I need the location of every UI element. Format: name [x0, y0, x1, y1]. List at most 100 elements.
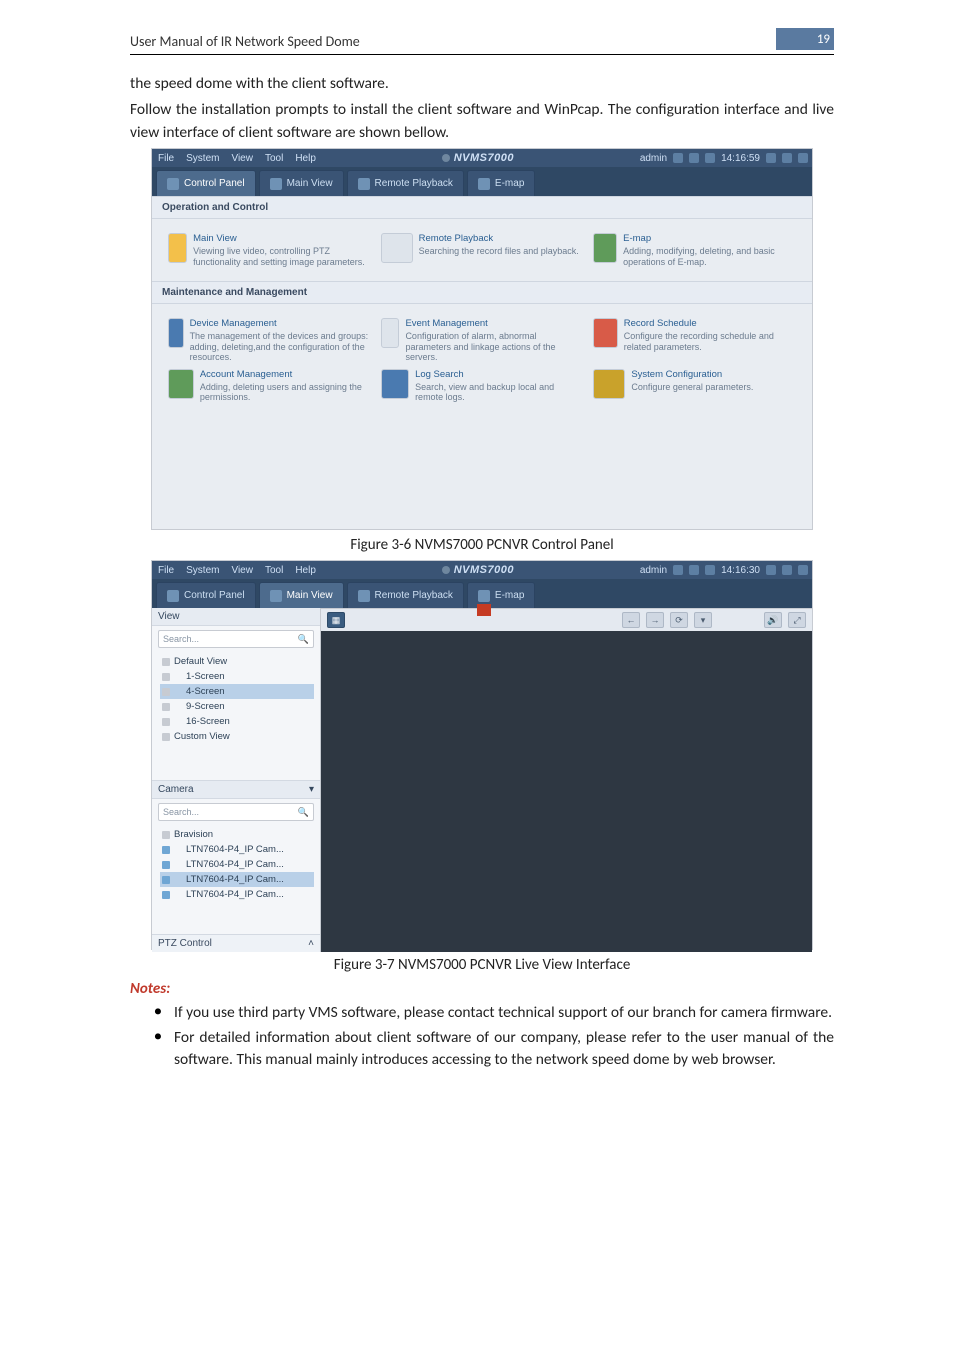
tile-event-management-title: Event Management: [405, 318, 583, 329]
tree-1-screen[interactable]: 1-Screen: [160, 669, 314, 684]
tab-e-map[interactable]: E-map: [467, 170, 535, 196]
current-user: admin: [640, 153, 667, 164]
tile-record-schedule[interactable]: Record ScheduleConfigure the recording s…: [593, 318, 796, 363]
tile-remote-playback[interactable]: Remote PlaybackSearching the record file…: [381, 233, 584, 267]
page-number: 19: [776, 28, 834, 50]
tile-e-map[interactable]: E-mapAdding, modifying, deleting, and ba…: [593, 233, 796, 267]
camera-tree: Bravision LTN7604-P4_IP Cam... LTN7604-P…: [152, 825, 320, 908]
tree-4-screen[interactable]: 4-Screen: [160, 684, 314, 699]
screen-icon-2[interactable]: [689, 565, 699, 575]
tab-remote-playback-label: Remote Playback: [375, 178, 453, 189]
chevron-down-icon[interactable]: ▾: [309, 784, 314, 795]
home-icon-2: [167, 590, 179, 602]
tab-control-panel[interactable]: Control Panel: [156, 170, 256, 196]
menu-help[interactable]: Help: [295, 153, 316, 164]
stop-all-button[interactable]: [477, 604, 491, 616]
lock-icon[interactable]: [705, 153, 715, 163]
event-tile-icon: [381, 318, 400, 348]
playback-icon-2: [358, 590, 370, 602]
view-search-placeholder: Search...: [163, 634, 199, 644]
menu-system-2[interactable]: System: [186, 565, 219, 576]
body-paragraph-2: Follow the installation prompts to insta…: [130, 99, 834, 144]
window-titlebar-2: File System View Tool Help NVMS7000 admi…: [152, 561, 812, 579]
tree-custom-view[interactable]: Custom View: [160, 729, 314, 744]
tree-default-view[interactable]: Default View: [160, 654, 314, 669]
maximize-icon[interactable]: [782, 153, 792, 163]
pause-cycle-button[interactable]: ▾: [694, 612, 712, 628]
page-next-button[interactable]: →: [646, 612, 664, 628]
minimize-icon-2[interactable]: [766, 565, 776, 575]
layout-button[interactable]: ▦: [327, 612, 345, 628]
tile-record-schedule-title: Record Schedule: [624, 318, 796, 329]
maximize-icon-2[interactable]: [782, 565, 792, 575]
map-icon: [478, 178, 490, 190]
map-icon-2: [478, 590, 490, 602]
camera-panel-header: Camera ▾: [152, 780, 320, 799]
search-icon-2: 🔍: [298, 807, 309, 818]
current-user-2: admin: [640, 565, 667, 576]
camera-item-1[interactable]: LTN7604-P4_IP Cam...: [160, 842, 314, 857]
log-tile-icon: [381, 369, 409, 399]
menu-tool-2[interactable]: Tool: [265, 565, 283, 576]
tab-bar: Control Panel Main View Remote Playback …: [152, 167, 812, 196]
camera-search-placeholder: Search...: [163, 807, 199, 817]
tab-e-map-label: E-map: [495, 178, 524, 189]
window-titlebar: File System View Tool Help NVMS7000 admi…: [152, 149, 812, 167]
emap-tile-icon: [593, 233, 617, 263]
note-item-1: If you use third party VMS software, ple…: [154, 1002, 834, 1024]
ptz-control-label: PTZ Control: [158, 938, 212, 949]
tab-remote-playback[interactable]: Remote Playback: [347, 170, 464, 196]
tile-account-management[interactable]: Account ManagementAdding, deleting users…: [168, 369, 371, 403]
screen-icon[interactable]: [689, 153, 699, 163]
resource-icon[interactable]: [673, 153, 683, 163]
note-item-2: For detailed information about client so…: [154, 1027, 834, 1072]
tile-system-configuration-desc: Configure general parameters.: [631, 382, 753, 392]
close-icon-2[interactable]: [798, 565, 808, 575]
page-prev-button[interactable]: ←: [622, 612, 640, 628]
monitor-icon-2: [270, 590, 282, 602]
menu-help-2[interactable]: Help: [295, 565, 316, 576]
tab-remote-playback-2[interactable]: Remote Playback: [347, 582, 464, 608]
camera-group[interactable]: Bravision: [160, 827, 314, 842]
device-tile-icon: [168, 318, 184, 348]
ptz-control-header[interactable]: PTZ Control ˄: [152, 934, 320, 952]
volume-button[interactable]: 🔊: [764, 612, 782, 628]
menu-file[interactable]: File: [158, 153, 174, 164]
tab-main-view-2[interactable]: Main View: [259, 582, 344, 608]
camera-item-4[interactable]: LTN7604-P4_IP Cam...: [160, 887, 314, 902]
live-view-area[interactable]: ▦ ← → ⟳ ▾ 🔊 ⤢: [321, 608, 812, 952]
fullscreen-button[interactable]: ⤢: [788, 612, 806, 628]
tab-main-view[interactable]: Main View: [259, 170, 344, 196]
lock-icon-2[interactable]: [705, 565, 715, 575]
view-panel-header: View: [152, 608, 320, 626]
camera-item-3[interactable]: LTN7604-P4_IP Cam...: [160, 872, 314, 887]
left-side-panel: View Search... 🔍 Default View 1-Screen 4…: [152, 608, 321, 952]
tile-device-management[interactable]: Device ManagementThe management of the d…: [168, 318, 371, 363]
tile-log-search[interactable]: Log SearchSearch, view and backup local …: [381, 369, 584, 403]
clock-label-2: 14:16:30: [721, 565, 760, 576]
search-icon: 🔍: [298, 634, 309, 645]
tree-16-screen[interactable]: 16-Screen: [160, 714, 314, 729]
menu-view-2[interactable]: View: [231, 565, 253, 576]
tab-control-panel-2[interactable]: Control Panel: [156, 582, 256, 608]
camera-search-input[interactable]: Search... 🔍: [158, 803, 314, 821]
tile-event-management-desc: Configuration of alarm, abnormal paramet…: [405, 331, 555, 363]
tile-device-management-desc: The management of the devices and groups…: [190, 331, 369, 363]
menu-view[interactable]: View: [231, 153, 253, 164]
tab-control-panel-2-label: Control Panel: [184, 590, 245, 601]
menu-system[interactable]: System: [186, 153, 219, 164]
view-search-input[interactable]: Search... 🔍: [158, 630, 314, 648]
close-icon[interactable]: [798, 153, 808, 163]
tile-system-configuration[interactable]: System ConfigurationConfigure general pa…: [593, 369, 796, 403]
tile-main-view[interactable]: Main ViewViewing live video, controlling…: [168, 233, 371, 267]
menu-file-2[interactable]: File: [158, 565, 174, 576]
menu-tool[interactable]: Tool: [265, 153, 283, 164]
tile-remote-playback-title: Remote Playback: [419, 233, 579, 244]
tile-event-management[interactable]: Event Management Configuration of alarm, …: [381, 318, 584, 363]
cycle-button[interactable]: ⟳: [670, 612, 688, 628]
tile-account-management-title: Account Management: [200, 369, 371, 380]
camera-item-2[interactable]: LTN7604-P4_IP Cam...: [160, 857, 314, 872]
resource-icon-2[interactable]: [673, 565, 683, 575]
tree-9-screen[interactable]: 9-Screen: [160, 699, 314, 714]
minimize-icon[interactable]: [766, 153, 776, 163]
